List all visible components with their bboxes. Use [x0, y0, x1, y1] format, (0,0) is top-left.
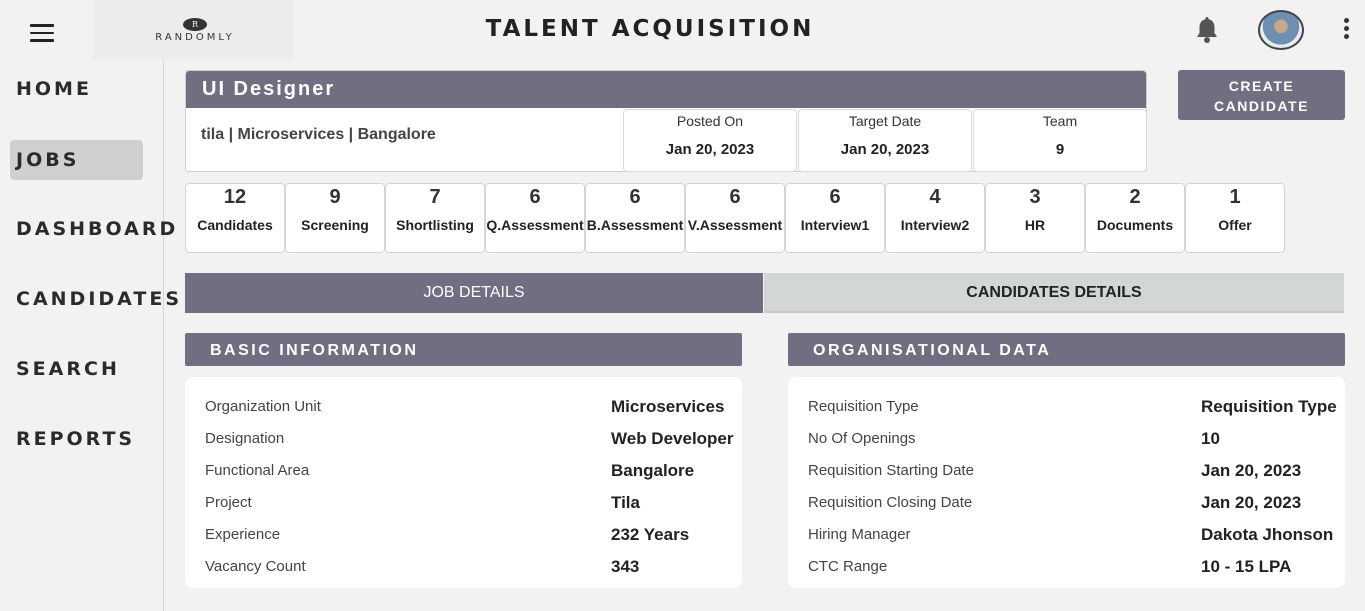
stage-count: 3: [1029, 186, 1041, 208]
info-label: CTC Range: [808, 558, 888, 575]
stage-q-assessment[interactable]: 6 Q.Assessment: [485, 183, 585, 253]
top-bar: R RANDOMLY TALENT ACQUISITION: [0, 0, 1365, 60]
posted-on-value: Jan 20, 2023: [665, 141, 755, 158]
avatar[interactable]: [1258, 10, 1304, 50]
sidebar-item-jobs[interactable]: JOBS: [10, 140, 143, 180]
info-row: Experience 232 Years: [185, 505, 742, 544]
stage-label: Q.Assessment: [486, 217, 584, 233]
create-candidate-button[interactable]: CREATE CANDIDATE: [1178, 70, 1345, 120]
logo-mark: R: [183, 18, 207, 31]
info-row: Hiring Manager Dakota Jhonson: [788, 505, 1345, 544]
stage-interview2[interactable]: 4 Interview2: [885, 183, 985, 253]
stage-count: 6: [529, 186, 541, 208]
stage-count: 6: [829, 186, 841, 208]
target-date-value: Jan 20, 2023: [840, 141, 930, 158]
team-label: Team: [1042, 113, 1078, 129]
logo-text: RANDOMLY: [155, 32, 235, 43]
organisational-data-panel: Requisition Type Requisition Type No Of O…: [788, 377, 1345, 588]
stage-count: 12: [223, 186, 247, 208]
stage-count: 9: [329, 186, 341, 208]
stage-screening[interactable]: 9 Screening: [285, 183, 385, 253]
stage-label: Documents: [1096, 217, 1174, 233]
info-row: Functional Area Bangalore: [185, 441, 742, 480]
bell-icon[interactable]: [1194, 16, 1220, 44]
info-row: Requisition Closing Date Jan 20, 2023: [788, 473, 1345, 512]
posted-on-box: Posted On Jan 20, 2023: [623, 109, 797, 172]
stage-label: Screening: [301, 217, 369, 233]
stage-label: HR: [1024, 217, 1046, 233]
info-row: Organization Unit Microservices: [185, 377, 742, 416]
create-candidate-line1: CREATE: [1228, 78, 1295, 94]
posted-on-label: Posted On: [676, 113, 744, 129]
info-value: 10 - 15 LPA: [1201, 557, 1292, 576]
hamburger-menu-icon[interactable]: [30, 24, 54, 44]
stage-count: 7: [429, 186, 441, 208]
target-date-box: Target Date Jan 20, 2023: [798, 109, 972, 172]
job-card: UI Designer tila | Microservices | Banga…: [185, 70, 1147, 172]
create-candidate-line2: CANDIDATE: [1214, 98, 1309, 114]
app-title: TALENT ACQUISITION: [485, 16, 815, 42]
info-row: Requisition Type Requisition Type: [788, 377, 1345, 416]
sidebar: HOME JOBS DASHBOARD CANDIDATES SEARCH RE…: [0, 60, 179, 611]
info-row: No Of Openings 10: [788, 409, 1345, 448]
sidebar-item-dashboard[interactable]: DASHBOARD: [10, 209, 175, 249]
team-value: 9: [1055, 141, 1065, 158]
target-date-label: Target Date: [848, 113, 922, 129]
stage-label: Interview2: [900, 217, 970, 233]
stage-count: 4: [929, 186, 941, 208]
info-row: Project Tila: [185, 473, 742, 512]
info-row: CTC Range 10 - 15 LPA: [788, 537, 1345, 576]
basic-information-header: BASIC INFORMATION: [185, 333, 742, 366]
stage-label: Offer: [1218, 217, 1252, 233]
stage-label: Candidates: [197, 217, 273, 233]
stage-label: V.Assessment: [687, 217, 783, 233]
job-subtitle: tila | Microservices | Bangalore: [201, 126, 436, 143]
sidebar-item-home[interactable]: HOME: [10, 69, 143, 109]
stage-label: B.Assessment: [586, 217, 684, 233]
stage-v-assessment[interactable]: 6 V.Assessment: [685, 183, 785, 253]
stage-count: 6: [629, 186, 641, 208]
tab-job-details[interactable]: JOB DETAILS: [185, 273, 763, 313]
job-title: UI Designer: [186, 71, 1146, 108]
info-row: Vacancy Count 343: [185, 537, 742, 576]
kebab-menu-icon[interactable]: [1340, 18, 1352, 42]
tab-candidates-details[interactable]: CANDIDATES DETAILS: [764, 273, 1344, 313]
basic-information-panel: Organization Unit Microservices Designati…: [185, 377, 742, 588]
info-row: Designation Web Developer: [185, 409, 742, 448]
stage-offer[interactable]: 1 Offer: [1185, 183, 1285, 253]
stage-documents[interactable]: 2 Documents: [1085, 183, 1185, 253]
stage-count: 1: [1229, 186, 1241, 208]
info-value: 343: [611, 557, 640, 576]
sidebar-item-search[interactable]: SEARCH: [10, 349, 143, 389]
stage-interview1[interactable]: 6 Interview1: [785, 183, 885, 253]
stage-b-assessment[interactable]: 6 B.Assessment: [585, 183, 685, 253]
stage-count: 2: [1129, 186, 1141, 208]
sidebar-item-candidates[interactable]: CANDIDATES: [10, 279, 179, 319]
stage-label: Shortlisting: [396, 217, 474, 233]
stage-shortlisting[interactable]: 7 Shortlisting: [385, 183, 485, 253]
organisational-data-header: ORGANISATIONAL DATA: [788, 333, 1345, 366]
team-box: Team 9: [973, 109, 1147, 172]
info-label: Vacancy Count: [205, 558, 306, 575]
stage-hr[interactable]: 3 HR: [985, 183, 1085, 253]
stage-label: Interview1: [800, 217, 870, 233]
sidebar-item-reports[interactable]: REPORTS: [10, 419, 143, 459]
info-row: Requisition Starting Date Jan 20, 2023: [788, 441, 1345, 480]
stage-candidates[interactable]: 12 Candidates: [185, 183, 285, 253]
stage-count: 6: [729, 186, 741, 208]
